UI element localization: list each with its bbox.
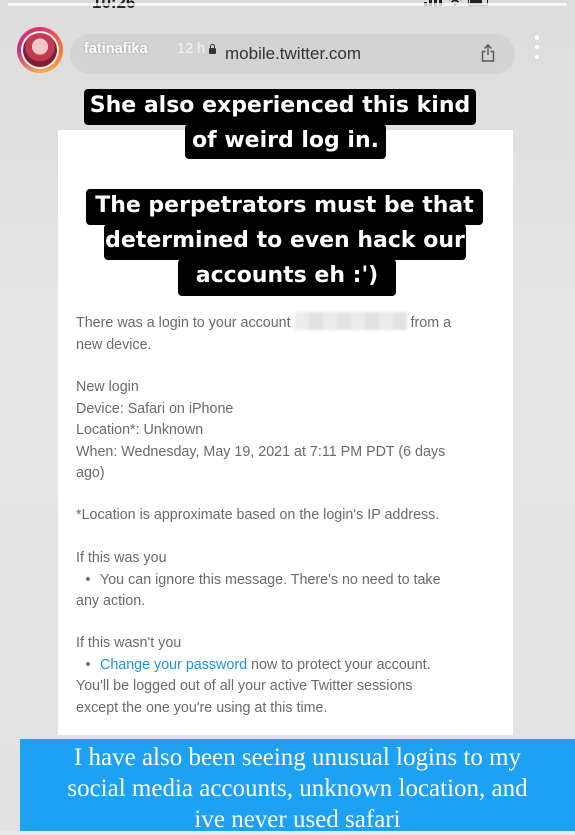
if-you-heading: If this was you xyxy=(76,550,167,566)
change-password-link[interactable]: Change your password xyxy=(100,657,247,673)
story-progress-bar xyxy=(8,3,567,6)
if-you-bullet-2: any action. xyxy=(76,593,146,609)
location-line: Location*: Unknown xyxy=(76,422,204,438)
location-note: *Location is approximate based on the lo… xyxy=(76,507,440,523)
login-details: New login Device: Safari on iPhone Locat… xyxy=(76,377,516,485)
status-time: 10:26 xyxy=(92,0,136,12)
caption-line: of weird log in. xyxy=(185,124,386,159)
story-username[interactable]: fatinafika xyxy=(84,41,148,57)
avatar[interactable] xyxy=(17,27,63,73)
bottom-caption: I have also been seeing unusual logins t… xyxy=(20,739,575,833)
story-time-ago: 12 h xyxy=(177,41,206,57)
change-password-rest: now to protect your account. xyxy=(251,656,431,673)
when-line: When: Wednesday, May 19, 2021 at 7:11 PM… xyxy=(76,443,446,460)
story-view[interactable]: 10:26 mobile.twitter.com fatinafika 12 h xyxy=(0,0,575,833)
intro-text-after: from a xyxy=(410,315,452,331)
device-line: Device: Safari on iPhone xyxy=(76,400,234,417)
share-icon[interactable] xyxy=(481,44,495,62)
new-login-heading: New login xyxy=(76,379,139,395)
if-you-section: If this was you • You can ignore this mes… xyxy=(76,548,516,613)
caption-line: She also experienced this kind xyxy=(84,89,476,125)
bottom-caption-line: I have also been seeing unusual logins t… xyxy=(73,744,522,771)
logout-line-2: except the one you're using at this time… xyxy=(76,699,328,716)
redacted-username xyxy=(294,312,407,330)
if-not-section: If this wasn't you • Change your password… xyxy=(76,633,516,719)
intro-text: There was a login to your account xyxy=(76,315,291,331)
url-text: mobile.twitter.com xyxy=(225,44,362,63)
caption-line: determined to even hack our xyxy=(104,224,466,260)
caption-line: accounts eh :') xyxy=(178,259,396,296)
if-not-heading: If this wasn't you xyxy=(76,635,182,651)
logout-line: You'll be logged out of all your active … xyxy=(76,678,413,694)
caption-line: The perpetrators must be that xyxy=(86,189,483,225)
lock-icon xyxy=(209,44,216,54)
bottom-caption-line: ive never used safari xyxy=(194,806,401,833)
intro-line2: new device. xyxy=(76,336,152,353)
bottom-caption-line: social media accounts, unknown location,… xyxy=(67,775,528,802)
email-intro: There was a login to your account from a… xyxy=(76,312,516,356)
profile-avatar-icon xyxy=(23,33,57,67)
more-options-icon[interactable] xyxy=(532,35,542,59)
when-line-2: ago) xyxy=(76,465,105,481)
if-you-bullet: You can ignore this message. There's no … xyxy=(100,571,441,588)
